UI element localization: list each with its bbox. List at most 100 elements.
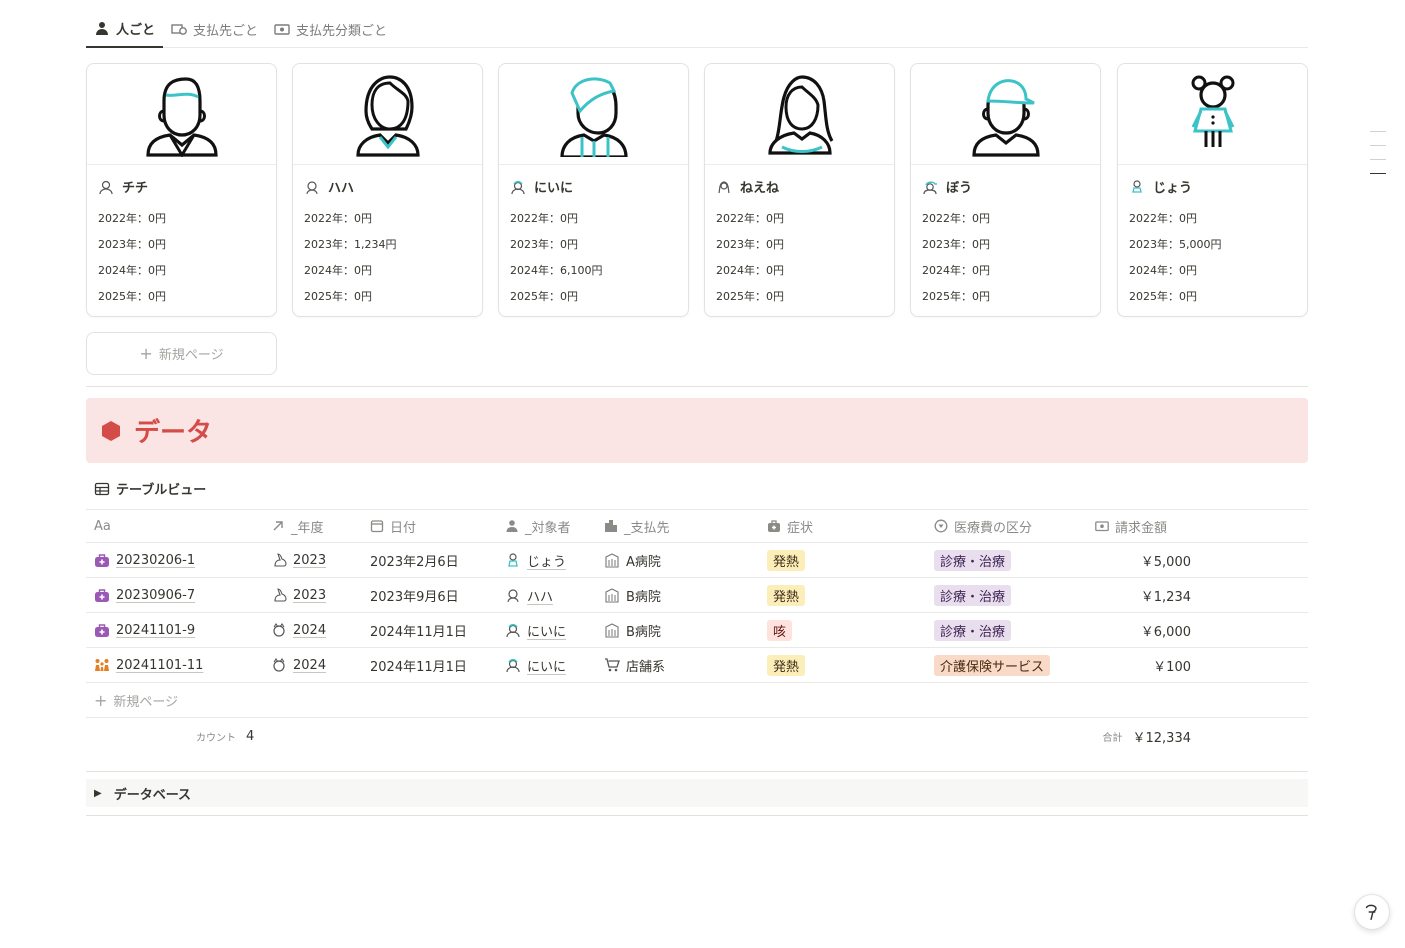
header-person[interactable]: _対象者 (505, 510, 571, 542)
database-toggle[interactable]: ▶ データベース (86, 779, 1308, 807)
record-year[interactable]: 2024 (271, 613, 326, 647)
table-view-tab[interactable]: テーブルビュー (94, 479, 206, 498)
girl-icon (718, 180, 730, 193)
record-payee[interactable]: 店舗系 (604, 648, 665, 682)
header-category[interactable]: 医療費の区分 (934, 510, 1032, 542)
hospital-icon (605, 588, 619, 603)
count-summary[interactable]: カウント 4 (196, 718, 254, 754)
person-card[interactable]: にいに 2022年：0円 2023年：0円 2024年：6,100円 2025年… (498, 63, 689, 317)
record-name[interactable]: 20241101-11 (94, 648, 203, 682)
symptom-tag: 発熱 (767, 654, 806, 676)
record-name[interactable]: 20230906-7 (94, 578, 195, 612)
toggle-label: データベース (113, 787, 192, 803)
person-card[interactable]: じょう 2022年：0円 2023年：5,000円 2024年：0円 2025年… (1117, 63, 1308, 317)
payee-value: B病院 (626, 624, 661, 640)
record-person[interactable]: にいに (505, 648, 566, 682)
record-id: 20241101-11 (116, 657, 204, 673)
header-label: _年度 (291, 520, 324, 536)
symptom-tag: 発熱 (767, 584, 806, 606)
sum-label: 合計 (1102, 732, 1123, 744)
header-name[interactable]: Aa (94, 510, 111, 542)
record-person[interactable]: にいに (505, 613, 566, 647)
count-value: 4 (246, 728, 255, 744)
category-tag: 診療・治療 (934, 549, 1012, 571)
person-card[interactable]: ぼう 2022年：0円 2023年：0円 2024年：0円 2025年：0円 (910, 63, 1101, 317)
record-payee[interactable]: B病院 (604, 578, 661, 612)
record-payee[interactable]: B病院 (604, 613, 661, 647)
child-icon (1132, 179, 1142, 193)
woman-icon (306, 180, 318, 194)
hospital-icon (605, 623, 619, 638)
help-button[interactable] (1354, 894, 1390, 930)
plus-icon: + (94, 690, 108, 710)
gallery-new-page-button[interactable]: + 新規ページ (86, 332, 277, 375)
person-value: ハハ (527, 589, 554, 605)
count-label: カウント (196, 732, 236, 744)
card-cover (499, 64, 688, 165)
record-year[interactable]: 2024 (271, 648, 326, 682)
section-callout: データ (86, 398, 1308, 463)
person-name: ぼう (922, 177, 972, 196)
person-value: にいに (527, 659, 567, 675)
header-payee[interactable]: _支払先 (604, 510, 670, 542)
header-label: 日付 (390, 520, 417, 536)
year-2022-total: 2022年：0円 (716, 212, 784, 225)
record-id: 20230906-7 (116, 587, 196, 603)
table-new-page-button[interactable]: + 新規ページ (86, 683, 1308, 718)
tab-by-person[interactable]: 人ごと (86, 10, 164, 48)
header-date[interactable]: 日付 (370, 510, 416, 542)
table-row[interactable]: 20241101-11 2024 2024年11月1日 にいに 店舗系 発熱 介… (86, 648, 1308, 683)
boy-icon (506, 624, 520, 638)
person-name: ねえね (716, 177, 779, 196)
money-icon (274, 24, 290, 35)
year-value: 2023 (293, 552, 327, 568)
toc-line-active (1370, 173, 1386, 174)
man-icon (99, 180, 113, 194)
record-person[interactable]: ハハ (505, 578, 553, 612)
record-payee[interactable]: A病院 (604, 543, 661, 577)
year-2023-total: 2023年：0円 (510, 238, 578, 251)
table-row[interactable]: 20230906-7 2023 2023年9月6日 ハハ B病院 発熱 診療・治… (86, 578, 1308, 613)
header-year[interactable]: _年度 (271, 510, 324, 542)
year-2025-total: 2025年：0円 (304, 290, 372, 303)
person-value: にいに (527, 624, 567, 640)
arrow-up-right-icon (273, 521, 283, 531)
person-card[interactable]: ハハ 2022年：0円 2023年：1,234円 2024年：0円 2025年：… (292, 63, 483, 317)
triangle-right-icon: ▶ (94, 787, 102, 799)
boy-icon (511, 180, 525, 194)
header-amount[interactable]: 請求金額 (1095, 510, 1167, 542)
tab-by-payee[interactable]: 支払先ごと (163, 10, 266, 48)
year-2024-total: 2024年：0円 (1129, 264, 1197, 277)
divider (86, 386, 1308, 387)
table-header: Aa _年度 日付 _対象者 _支払先 症状 医療費の区分 請求金額 (86, 509, 1308, 543)
record-person[interactable]: じょう (505, 543, 566, 577)
year-2025-total: 2025年：0円 (716, 290, 784, 303)
record-year[interactable]: 2023 (271, 543, 326, 577)
person-card[interactable]: ねえね 2022年：0円 2023年：0円 2024年：0円 2025年：0円 (704, 63, 895, 317)
year-2024-total: 2024年：0円 (922, 264, 990, 277)
dragon-icon (273, 658, 285, 672)
table-of-contents-minimap[interactable] (1370, 131, 1386, 187)
record-category: 診療・治療 (934, 578, 1012, 612)
year-2025-total: 2025年：0円 (1129, 290, 1197, 303)
table-row[interactable]: 20241101-9 2024 2024年11月1日 にいに B病院 咳 診療・… (86, 613, 1308, 648)
tab-by-payee-category[interactable]: 支払先分類ごと (266, 10, 395, 48)
notion-ai-icon (1365, 904, 1377, 921)
category-tag: 介護保険サービス (934, 654, 1051, 676)
record-name[interactable]: 20241101-9 (94, 613, 195, 647)
record-name[interactable]: 20230206-1 (94, 543, 195, 577)
person-card[interactable]: チチ 2022年：0円 2023年：0円 2024年：0円 2025年：0円 (86, 63, 277, 317)
view-label: テーブルビュー (116, 483, 207, 498)
year-2025-total: 2025年：0円 (98, 290, 166, 303)
card-cover (911, 64, 1100, 165)
header-label: 請求金額 (1115, 520, 1168, 536)
header-symptom[interactable]: 症状 (767, 510, 813, 542)
table-row[interactable]: 20230206-1 2023 2023年2月6日 じょう A病院 発熱 診療・… (86, 543, 1308, 578)
sum-summary[interactable]: 合計 ￥12,334 (1036, 718, 1192, 754)
record-year[interactable]: 2023 (271, 578, 326, 612)
record-id: 20230206-1 (116, 552, 196, 568)
calendar-icon (370, 520, 384, 533)
year-value: 2024 (293, 657, 327, 673)
woman-icon (355, 75, 420, 157)
record-amount: ￥6,000 (1140, 624, 1191, 640)
